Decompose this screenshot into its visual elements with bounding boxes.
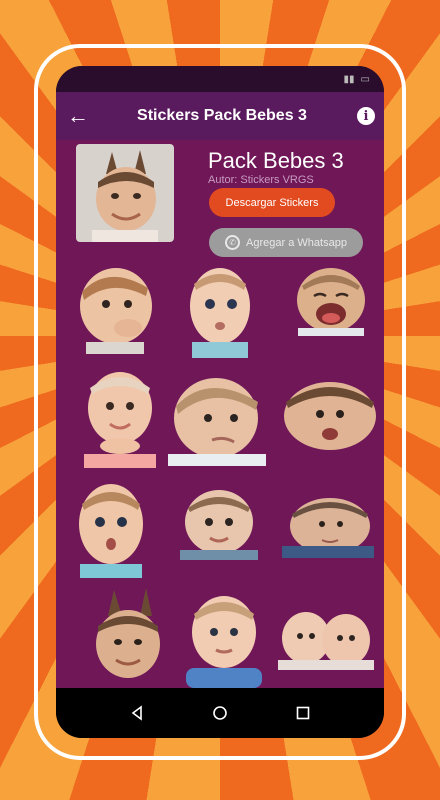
sticker-4[interactable] xyxy=(78,366,164,468)
sticker-9[interactable] xyxy=(282,496,374,558)
triangle-back-icon xyxy=(131,705,143,721)
signal-icon: ▮▮ xyxy=(343,73,355,85)
app-title: Stickers Pack Bebes 3 xyxy=(137,107,307,124)
sticker-5[interactable] xyxy=(168,372,266,466)
whatsapp-icon: ✆ xyxy=(225,235,241,250)
sticker-11[interactable] xyxy=(180,592,268,688)
add-to-whatsapp-button[interactable]: ✆ Agregar a Whatsapp xyxy=(209,228,363,257)
pack-author: Autor: Stickers VRGS xyxy=(208,174,314,186)
square-recents-icon xyxy=(296,706,309,720)
sticker-8[interactable] xyxy=(176,488,262,560)
phone-screen: ▮▮ ▭ ← Stickers Pack Bebes 3 i Pack Bebe… xyxy=(56,66,384,738)
sticker-3[interactable] xyxy=(288,266,374,336)
back-button[interactable]: ← xyxy=(56,92,100,140)
download-stickers-button[interactable]: Descargar Stickers xyxy=(209,188,335,217)
sticker-6[interactable] xyxy=(278,376,382,452)
app-bar: ← Stickers Pack Bebes 3 i xyxy=(56,92,384,140)
nav-recents-button[interactable] xyxy=(283,693,323,733)
sticker-1[interactable] xyxy=(68,262,158,354)
add-to-whatsapp-label: Agregar a Whatsapp xyxy=(246,236,347,249)
sticker-12[interactable] xyxy=(278,604,374,670)
circle-home-icon xyxy=(213,706,227,720)
pack-tray-image xyxy=(76,144,174,242)
info-icon: i xyxy=(357,107,375,125)
sticker-pack-content: Pack Bebes 3 Autor: Stickers VRGS Descar… xyxy=(56,140,384,688)
battery-icon: ▭ xyxy=(360,73,370,85)
arrow-left-icon: ← xyxy=(67,103,89,128)
nav-home-button[interactable] xyxy=(200,693,240,733)
info-button[interactable]: i xyxy=(348,92,384,140)
android-nav-bar xyxy=(56,688,384,738)
sticker-7[interactable] xyxy=(76,480,146,578)
pack-title: Pack Bebes 3 xyxy=(208,148,344,173)
sticker-10[interactable] xyxy=(86,586,170,688)
status-bar: ▮▮ ▭ xyxy=(56,66,384,92)
sticker-2[interactable] xyxy=(186,264,254,358)
nav-back-button[interactable] xyxy=(117,693,157,733)
